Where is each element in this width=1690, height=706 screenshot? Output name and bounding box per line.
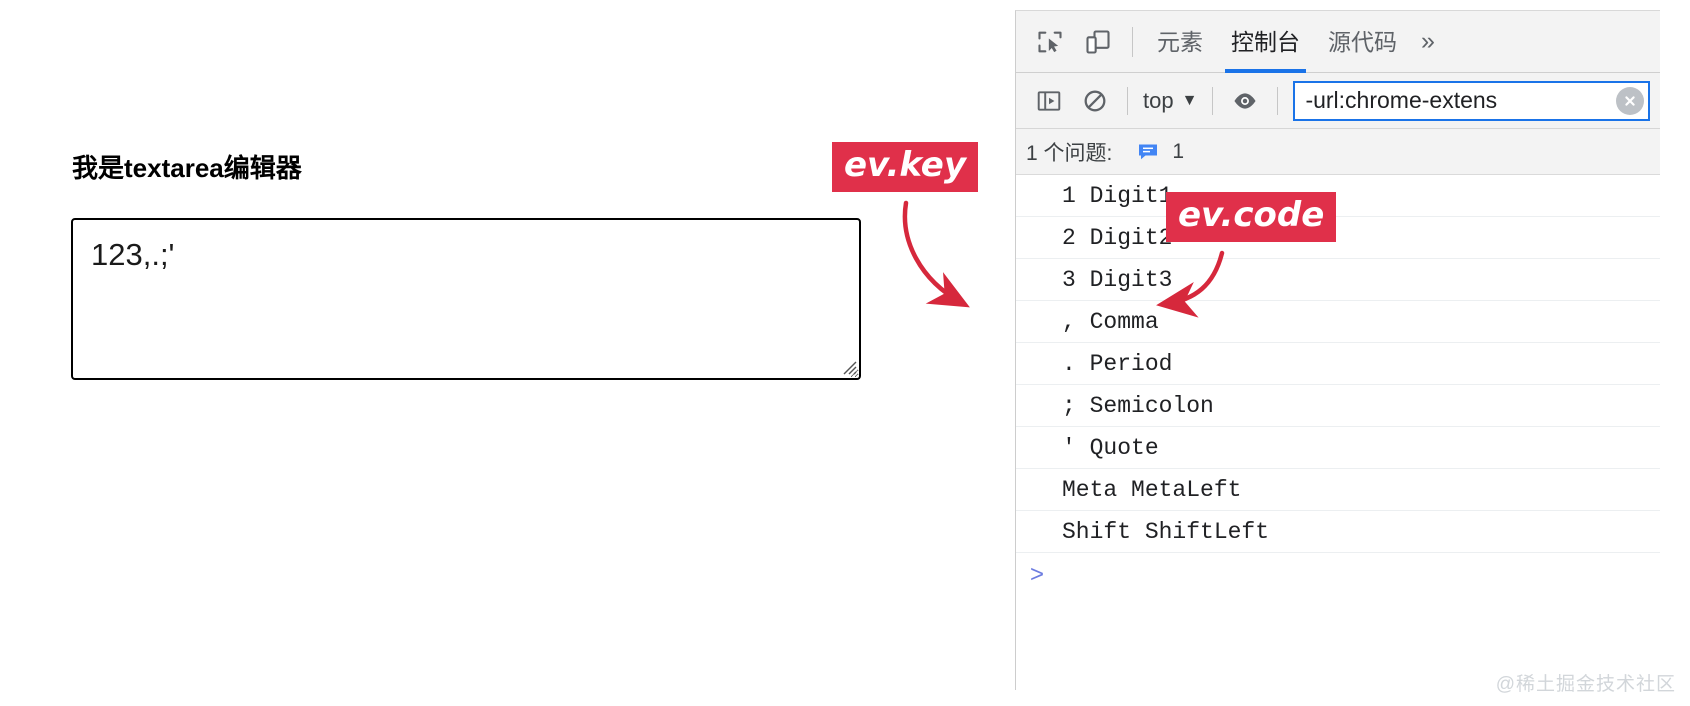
console-log-row[interactable]: 1 Digit1 <box>1016 175 1660 217</box>
chevron-down-icon: ▼ <box>1181 91 1198 109</box>
issues-count: 1 <box>1172 139 1185 163</box>
textarea-editor[interactable] <box>71 218 861 380</box>
devtools-panel: 元素 控制台 源代码 » top ▼ -url:chrome-extens 1 … <box>1015 10 1660 690</box>
console-log-row[interactable]: ' Quote <box>1016 427 1660 469</box>
issues-bar[interactable]: 1 个问题: 1 <box>1016 129 1660 175</box>
tabbar-divider <box>1132 26 1133 57</box>
console-prompt[interactable]: > <box>1016 553 1660 597</box>
issues-message-icon <box>1139 144 1158 159</box>
device-toolbar-icon[interactable] <box>1074 18 1122 66</box>
console-controlbar: top ▼ <box>1016 73 1660 129</box>
console-log-row[interactable]: ; Semicolon <box>1016 385 1660 427</box>
annotation-ev-code: ev.code <box>1166 192 1337 242</box>
console-filter-input[interactable] <box>1303 86 1616 115</box>
more-tabs-icon[interactable]: » <box>1411 27 1445 56</box>
tab-console[interactable]: 控制台 <box>1217 11 1314 73</box>
controlbar-divider-3 <box>1277 86 1279 115</box>
live-expression-eye-icon[interactable] <box>1222 79 1268 123</box>
context-label: top <box>1143 87 1174 113</box>
console-log-row[interactable]: 2 Digit2 <box>1016 217 1660 259</box>
console-log-list: 1 Digit1 2 Digit2 3 Digit3 , Comma . Per… <box>1016 175 1660 553</box>
page-title: 我是textarea编辑器 <box>72 153 302 183</box>
console-log-row[interactable]: Shift ShiftLeft <box>1016 511 1660 553</box>
console-sidebar-icon[interactable] <box>1026 79 1072 123</box>
devtools-tabbar: 元素 控制台 源代码 » <box>1016 11 1660 73</box>
controlbar-divider-1 <box>1127 86 1128 115</box>
tab-sources[interactable]: 源代码 <box>1314 11 1411 73</box>
console-filter-field[interactable] <box>1293 80 1650 121</box>
chevron-right-icon: > <box>1030 561 1045 588</box>
web-page-area: 我是textarea编辑器 <box>0 0 1015 706</box>
console-log-row[interactable]: , Comma <box>1016 301 1660 343</box>
console-log-row[interactable]: 3 Digit3 <box>1016 259 1660 301</box>
console-log-row[interactable]: . Period <box>1016 343 1660 385</box>
annotation-ev-key: ev.key <box>832 142 978 192</box>
execution-context-select[interactable]: top ▼ <box>1137 88 1203 114</box>
controlbar-divider-2 <box>1212 86 1214 115</box>
watermark: @稀土掘金技术社区 <box>1495 674 1676 695</box>
tab-elements[interactable]: 元素 <box>1143 11 1217 73</box>
clear-filter-icon[interactable] <box>1616 86 1644 115</box>
inspect-element-icon[interactable] <box>1026 18 1074 66</box>
clear-console-icon[interactable] <box>1072 79 1118 123</box>
console-log-row[interactable]: Meta MetaLeft <box>1016 469 1660 511</box>
issues-label: 1 个问题: <box>1026 141 1113 165</box>
